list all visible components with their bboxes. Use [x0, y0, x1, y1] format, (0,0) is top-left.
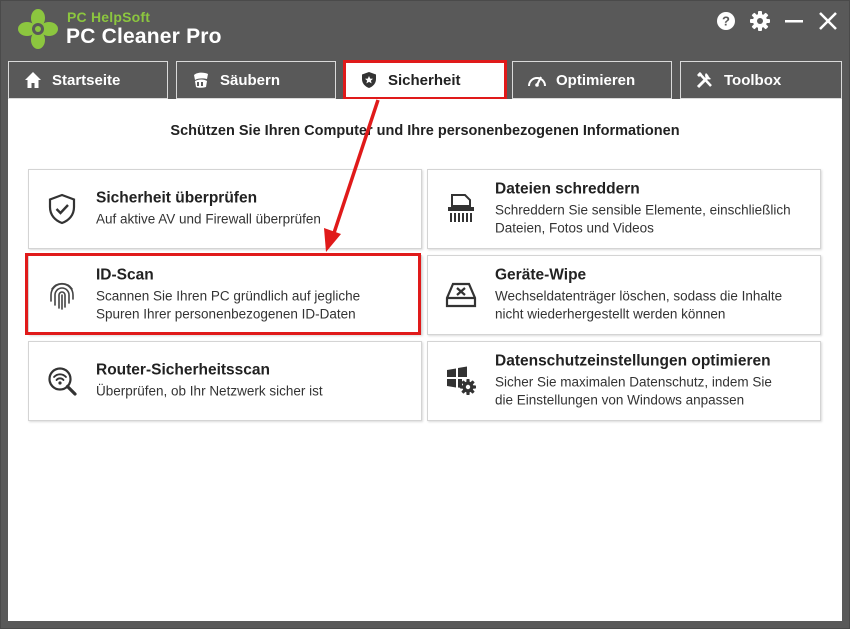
main-tabs: Startseite Säubern Sicherheit Optimieren…	[8, 61, 842, 99]
card-title: Dateien schreddern	[495, 180, 640, 198]
tab-optimieren[interactable]: Optimieren	[512, 61, 672, 99]
close-icon	[819, 12, 837, 30]
brand-company: PC HelpSoft	[67, 9, 151, 25]
speedometer-icon	[527, 70, 547, 90]
tab-label: Säubern	[220, 71, 281, 89]
minimize-icon	[785, 20, 803, 23]
help-icon: ?	[717, 12, 735, 30]
card-title: Router-Sicherheitsscan	[96, 361, 270, 379]
tab-label: Optimieren	[556, 71, 636, 89]
tools-icon	[695, 70, 715, 90]
clover-leaf-logo	[18, 9, 58, 49]
card-description: Überprüfen, ob Ihr Netzwerk sicher ist	[96, 383, 323, 399]
shredder-icon	[444, 192, 478, 226]
tab-label: Sicherheit	[388, 71, 461, 89]
card-description: Auf aktive AV und Firewall überprüfen	[96, 211, 321, 227]
card-title: ID-Scan	[96, 266, 154, 284]
main-panel: Schützen Sie Ihren Computer und Ihre per…	[8, 99, 842, 621]
card-description-line2: Spuren Ihrer personenbezogenen ID-Daten	[96, 306, 356, 322]
app-title: PC Cleaner Pro	[66, 25, 222, 48]
shield-icon	[359, 70, 379, 90]
card-id-scan[interactable]: ID-Scan Scannen Sie Ihren PC gründlich a…	[28, 255, 422, 335]
tab-startseite[interactable]: Startseite	[8, 61, 168, 99]
tab-saeubern[interactable]: Säubern	[176, 61, 336, 99]
card-title: Sicherheit überprüfen	[96, 189, 258, 207]
card-description-line1: Wechseldatenträger löschen, sodass die I…	[495, 288, 783, 304]
window-controls: ?	[712, 8, 842, 34]
tab-label: Toolbox	[724, 71, 782, 89]
settings-gear-icon	[750, 11, 770, 31]
drive-wipe-icon	[444, 278, 478, 312]
settings-button[interactable]	[746, 8, 774, 34]
title-bar: PC HelpSoft PC Cleaner Pro ?	[0, 0, 850, 58]
shield-check-icon	[45, 192, 79, 226]
card-description-line2: nicht wiederhergestellt werden können	[495, 306, 726, 322]
card-description-line1: Sicher Sie maximalen Datenschutz, indem …	[495, 374, 772, 390]
tab-toolbox[interactable]: Toolbox	[680, 61, 842, 99]
tab-label: Startseite	[52, 71, 121, 89]
card-description-line1: Scannen Sie Ihren PC gründlich auf jegli…	[96, 288, 361, 304]
home-icon	[23, 70, 43, 90]
wifi-search-icon	[45, 364, 79, 398]
minimize-button[interactable]	[780, 8, 808, 34]
help-button[interactable]: ?	[712, 8, 740, 34]
card-security-check[interactable]: Sicherheit überprüfen Auf aktive AV und …	[28, 169, 422, 249]
card-privacy-settings[interactable]: Datenschutzeinstellungen optimieren Sich…	[427, 341, 821, 421]
page-heading: Schützen Sie Ihren Computer und Ihre per…	[170, 123, 680, 139]
card-router-scan[interactable]: Router-Sicherheitsscan Überprüfen, ob Ih…	[28, 341, 422, 421]
card-shred-files[interactable]: Dateien schreddern Schreddern Sie sensib…	[427, 169, 821, 249]
card-title: Geräte-Wipe	[495, 266, 587, 284]
windows-gear-icon	[444, 364, 478, 398]
close-button[interactable]	[814, 8, 842, 34]
card-description-line2: die Einstellungen von Windows anpassen	[495, 392, 745, 408]
card-title: Datenschutzeinstellungen optimieren	[495, 352, 771, 370]
tab-sicherheit[interactable]: Sicherheit	[344, 61, 504, 99]
fingerprint-icon	[45, 278, 79, 312]
card-description-line1: Schreddern Sie sensible Elemente, einsch…	[495, 202, 791, 218]
svg-text:?: ?	[722, 14, 730, 29]
card-device-wipe[interactable]: Geräte-Wipe Wechseldatenträger löschen, …	[427, 255, 821, 335]
broom-icon	[191, 70, 211, 90]
card-description-line2: Dateien, Fotos und Videos	[495, 220, 654, 236]
